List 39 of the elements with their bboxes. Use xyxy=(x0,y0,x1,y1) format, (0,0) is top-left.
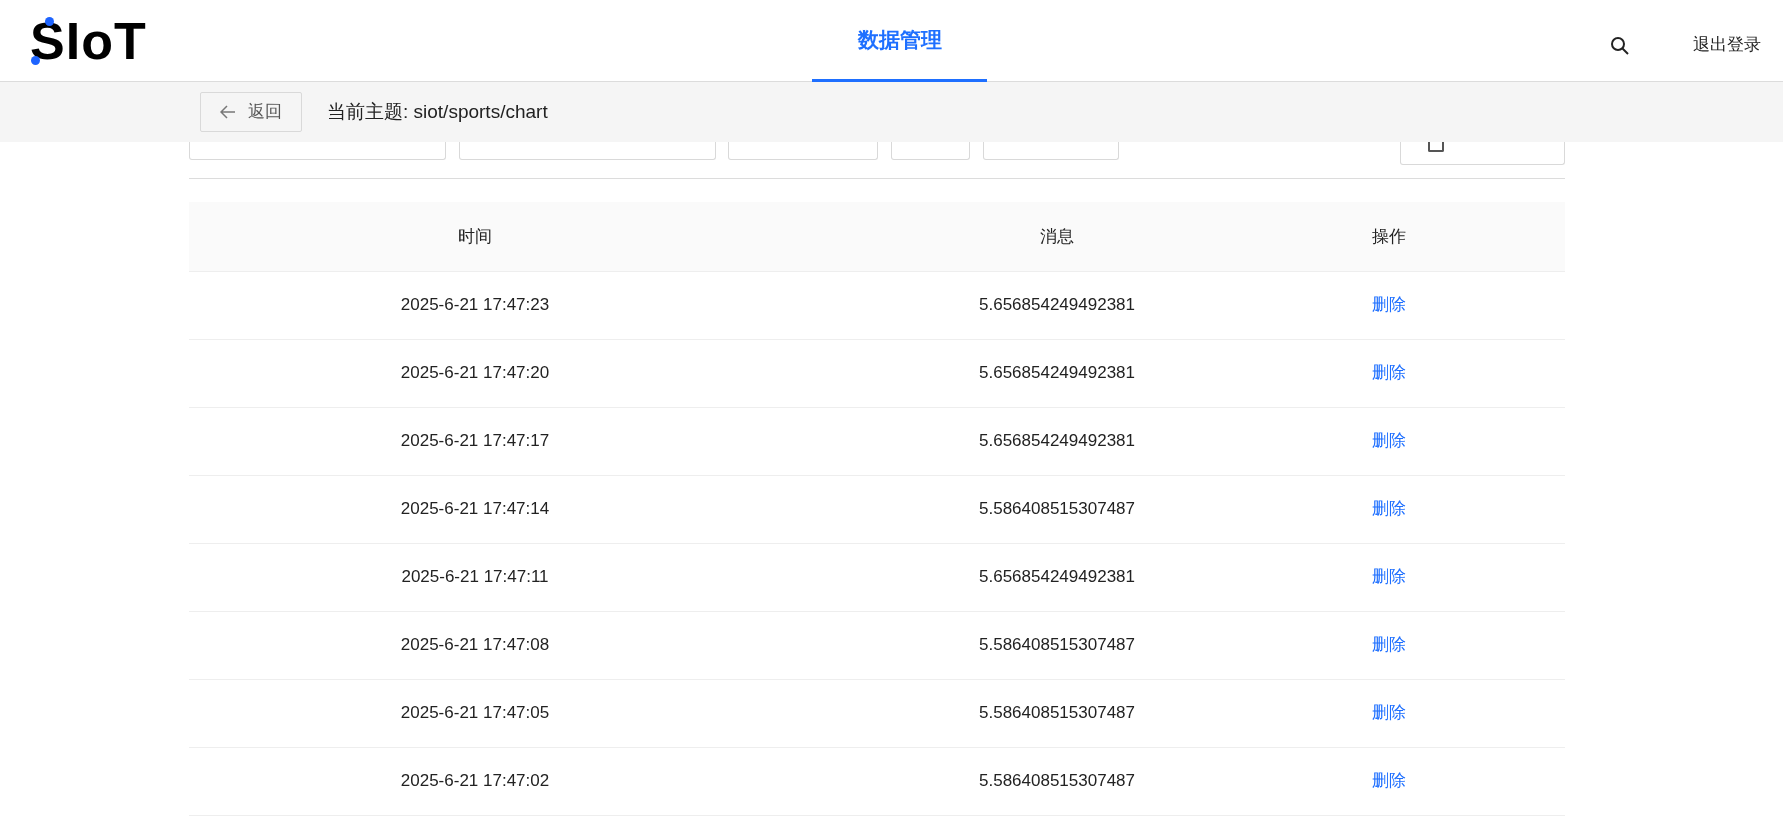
delete-link[interactable]: 删除 xyxy=(1372,635,1406,655)
table-cell: 2025-6-21 17:47:17 xyxy=(189,407,761,475)
delete-link[interactable]: 删除 xyxy=(1372,567,1406,587)
table-cell: 5.656854249492381 xyxy=(761,271,1353,339)
logout-link[interactable]: 退出登录 xyxy=(1693,32,1761,58)
query-button[interactable] xyxy=(891,142,970,160)
table-cell: 2025-6-21 17:47:23 xyxy=(189,271,761,339)
end-time-field[interactable] xyxy=(459,142,716,160)
back-button[interactable]: 返回 xyxy=(200,92,302,132)
count-select[interactable] xyxy=(728,142,878,160)
table-cell: 2025-6-21 17:47:11 xyxy=(189,543,761,611)
topic-title: 当前主题: siot/sports/chart xyxy=(327,99,548,124)
table-cell: 5.586408515307487 xyxy=(761,747,1353,815)
table-cell: 5.586408515307487 xyxy=(761,611,1353,679)
column-header: 操作 xyxy=(1353,202,1425,271)
table-cell: 5.586408515307487 xyxy=(761,679,1353,747)
delete-link[interactable]: 删除 xyxy=(1372,431,1406,451)
delete-link[interactable]: 删除 xyxy=(1372,771,1406,791)
delete-link[interactable]: 删除 xyxy=(1372,363,1406,383)
logo: SIoT xyxy=(30,14,147,67)
delete-link[interactable]: 删除 xyxy=(1372,703,1406,723)
delete-link[interactable]: 删除 xyxy=(1372,295,1406,315)
table-cell: 2025-6-21 17:47:08 xyxy=(189,611,761,679)
export-button[interactable] xyxy=(983,142,1119,160)
column-header: 消息 xyxy=(761,202,1353,271)
table-cell: 2025-6-21 17:47:05 xyxy=(189,679,761,747)
back-arrow-icon xyxy=(220,105,236,119)
table-cell: 2025-6-21 17:47:20 xyxy=(189,339,761,407)
search-icon[interactable] xyxy=(1610,36,1630,56)
table-cell: 5.656854249492381 xyxy=(761,543,1353,611)
table-cell: 2025-6-21 17:47:02 xyxy=(189,747,761,815)
checkbox[interactable] xyxy=(1428,142,1444,152)
table-cell: 5.656854249492381 xyxy=(761,339,1353,407)
start-time-field[interactable] xyxy=(189,142,446,160)
table-cell: 5.586408515307487 xyxy=(761,475,1353,543)
column-header: 时间 xyxy=(189,202,761,271)
table-cell: 2025-6-21 17:47:14 xyxy=(189,475,761,543)
delete-link[interactable]: 删除 xyxy=(1372,499,1406,519)
table-cell: 5.656854249492381 xyxy=(761,407,1353,475)
